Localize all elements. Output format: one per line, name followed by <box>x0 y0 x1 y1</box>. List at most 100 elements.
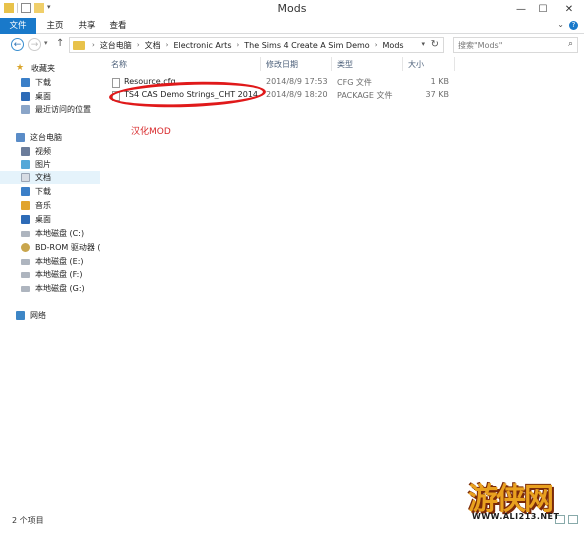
ribbon-tabs: 文件 主页 共享 查看 ⌄ ? <box>0 18 584 34</box>
network-icon <box>16 311 25 320</box>
chevron-right-icon[interactable]: › <box>236 41 239 49</box>
sidebar-item-drive-g[interactable]: 本地磁盘 (G:) <box>21 282 121 295</box>
column-header-date[interactable]: 修改日期 <box>266 59 298 70</box>
column-divider[interactable] <box>331 57 332 71</box>
breadcrumb-this-pc[interactable]: 这台电脑 <box>100 40 132 51</box>
file-type: CFG 文件 <box>337 78 372 87</box>
status-item-count: 2 个项目 <box>12 516 44 525</box>
sidebar-item-label: 桌面 <box>35 215 51 224</box>
sidebar-item-drive-f[interactable]: 本地磁盘 (F:) <box>21 268 121 281</box>
breadcrumb-documents[interactable]: 文档 <box>145 40 161 51</box>
sidebar-item-label: BD-ROM 驱动器 (D <box>35 243 100 252</box>
sidebar-item-network[interactable]: 网络 <box>16 309 116 322</box>
sidebar-item-favorites[interactable]: ★ 收藏夹 <box>16 62 116 75</box>
window-title: Mods <box>277 2 307 15</box>
download-folder-icon <box>21 187 30 196</box>
recent-places-icon <box>21 105 30 114</box>
sidebar-item-drive-c[interactable]: 本地磁盘 (C:) <box>21 227 121 240</box>
watermark-url: WWW.ALI213.NET <box>472 512 560 521</box>
minimize-button[interactable]: — <box>510 0 532 18</box>
refresh-icon[interactable]: ↻ <box>431 39 439 50</box>
sidebar-item-label: 音乐 <box>35 201 51 210</box>
help-icon[interactable]: ? <box>569 21 578 30</box>
breadcrumb-mods[interactable]: Mods <box>383 41 404 50</box>
sidebar-item-label: 下载 <box>35 78 51 87</box>
window-controls: — ☐ ✕ <box>510 0 584 18</box>
breadcrumb-electronic-arts[interactable]: Electronic Arts <box>173 41 231 50</box>
sidebar-item-this-pc[interactable]: 这台电脑 <box>16 131 116 144</box>
sidebar-item-music[interactable]: 音乐 <box>21 199 121 212</box>
drive-icon <box>21 285 30 292</box>
sidebar-item-drive-d[interactable]: BD-ROM 驱动器 (D <box>21 241 100 254</box>
star-icon: ★ <box>16 63 25 73</box>
sidebar-item-documents[interactable]: 文档 <box>0 171 100 184</box>
forward-button[interactable]: → <box>28 38 41 51</box>
drive-icon <box>21 258 30 265</box>
column-divider[interactable] <box>260 57 261 71</box>
disc-drive-icon <box>21 243 30 252</box>
search-placeholder: 搜索"Mods" <box>458 41 503 50</box>
drive-icon <box>21 230 30 237</box>
documents-folder-icon <box>21 173 30 182</box>
title-bar: ▾ Mods — ☐ ✕ <box>0 0 584 18</box>
search-icon[interactable]: ⌕ <box>568 39 573 49</box>
column-divider[interactable] <box>402 57 403 71</box>
sidebar-item-label: 本地磁盘 (E:) <box>35 257 84 266</box>
search-box[interactable]: 搜索"Mods" ⌕ <box>453 37 578 53</box>
column-divider[interactable] <box>454 57 455 71</box>
maximize-button[interactable]: ☐ <box>532 0 554 18</box>
sidebar-item-label: 收藏夹 <box>31 64 55 73</box>
sidebar-item-label: 这台电脑 <box>30 133 62 142</box>
annotation-label: 汉化MOD <box>131 127 171 137</box>
sidebar-item-desktop-pc[interactable]: 桌面 <box>21 213 121 226</box>
file-date: 2014/8/9 17:53 <box>266 77 328 86</box>
chevron-right-icon[interactable]: › <box>375 41 378 49</box>
navigation-bar: ← → ▾ ↑ › 这台电脑 › 文档 › Electronic Arts › … <box>0 35 584 55</box>
tab-view[interactable]: 查看 <box>107 18 129 34</box>
sidebar-item-label: 本地磁盘 (G:) <box>35 284 85 293</box>
sidebar-item-label: 图片 <box>35 160 51 169</box>
expand-ribbon-icon[interactable]: ⌄ <box>557 20 564 29</box>
sidebar-item-label: 本地磁盘 (F:) <box>35 270 83 279</box>
sidebar-item-videos[interactable]: 视频 <box>21 145 121 158</box>
file-type: PACKAGE 文件 <box>337 91 393 100</box>
sidebar-item-label: 最近访问的位置 <box>35 105 91 114</box>
address-dropdown-icon[interactable]: ▾ <box>421 40 425 48</box>
tab-file[interactable]: 文件 <box>0 18 36 34</box>
column-header-type[interactable]: 类型 <box>337 59 353 70</box>
file-size: 37 KB <box>425 90 449 99</box>
sidebar-item-downloads[interactable]: 下载 <box>21 76 121 89</box>
sidebar-item-downloads-pc[interactable]: 下载 <box>21 185 121 198</box>
desktop-icon <box>21 92 30 101</box>
file-icon <box>112 78 120 88</box>
sidebar-item-pictures[interactable]: 图片 <box>21 158 121 171</box>
chevron-right-icon[interactable]: › <box>166 41 169 49</box>
tab-share[interactable]: 共享 <box>76 18 98 34</box>
column-header-size[interactable]: 大小 <box>408 59 424 70</box>
videos-folder-icon <box>21 147 30 156</box>
close-button[interactable]: ✕ <box>554 0 584 18</box>
drive-icon <box>21 271 30 278</box>
music-folder-icon <box>21 201 30 210</box>
sidebar-item-recent-places[interactable]: 最近访问的位置 <box>21 103 121 116</box>
recent-locations-chevron-icon[interactable]: ▾ <box>44 39 48 47</box>
column-header-name[interactable]: 名称 <box>111 59 127 70</box>
file-date: 2014/8/9 18:20 <box>266 90 328 99</box>
address-bar[interactable]: › 这台电脑 › 文档 › Electronic Arts › The Sims… <box>69 37 444 53</box>
pictures-folder-icon <box>21 160 30 169</box>
computer-icon <box>16 133 25 142</box>
up-arrow-icon[interactable]: ↑ <box>56 38 64 49</box>
sidebar-item-label: 文档 <box>35 173 51 182</box>
sidebar-item-label: 视频 <box>35 147 51 156</box>
chevron-right-icon[interactable]: › <box>92 41 95 49</box>
tab-home[interactable]: 主页 <box>44 18 66 34</box>
sidebar-item-label: 下载 <box>35 187 51 196</box>
desktop-icon <box>21 215 30 224</box>
chevron-right-icon[interactable]: › <box>137 41 140 49</box>
breadcrumb-sims4-demo[interactable]: The Sims 4 Create A Sim Demo <box>244 41 369 50</box>
sidebar-item-desktop[interactable]: 桌面 <box>21 90 121 103</box>
sidebar-item-drive-e[interactable]: 本地磁盘 (E:) <box>21 255 121 268</box>
watermark-logo: 游侠网 WWW.ALI213.NET <box>460 472 578 524</box>
back-button[interactable]: ← <box>11 38 24 51</box>
navigation-pane: ★ 收藏夹 下载 桌面 最近访问的位置 这台电脑 视频 图片 文档 下载 音乐 … <box>0 56 100 511</box>
